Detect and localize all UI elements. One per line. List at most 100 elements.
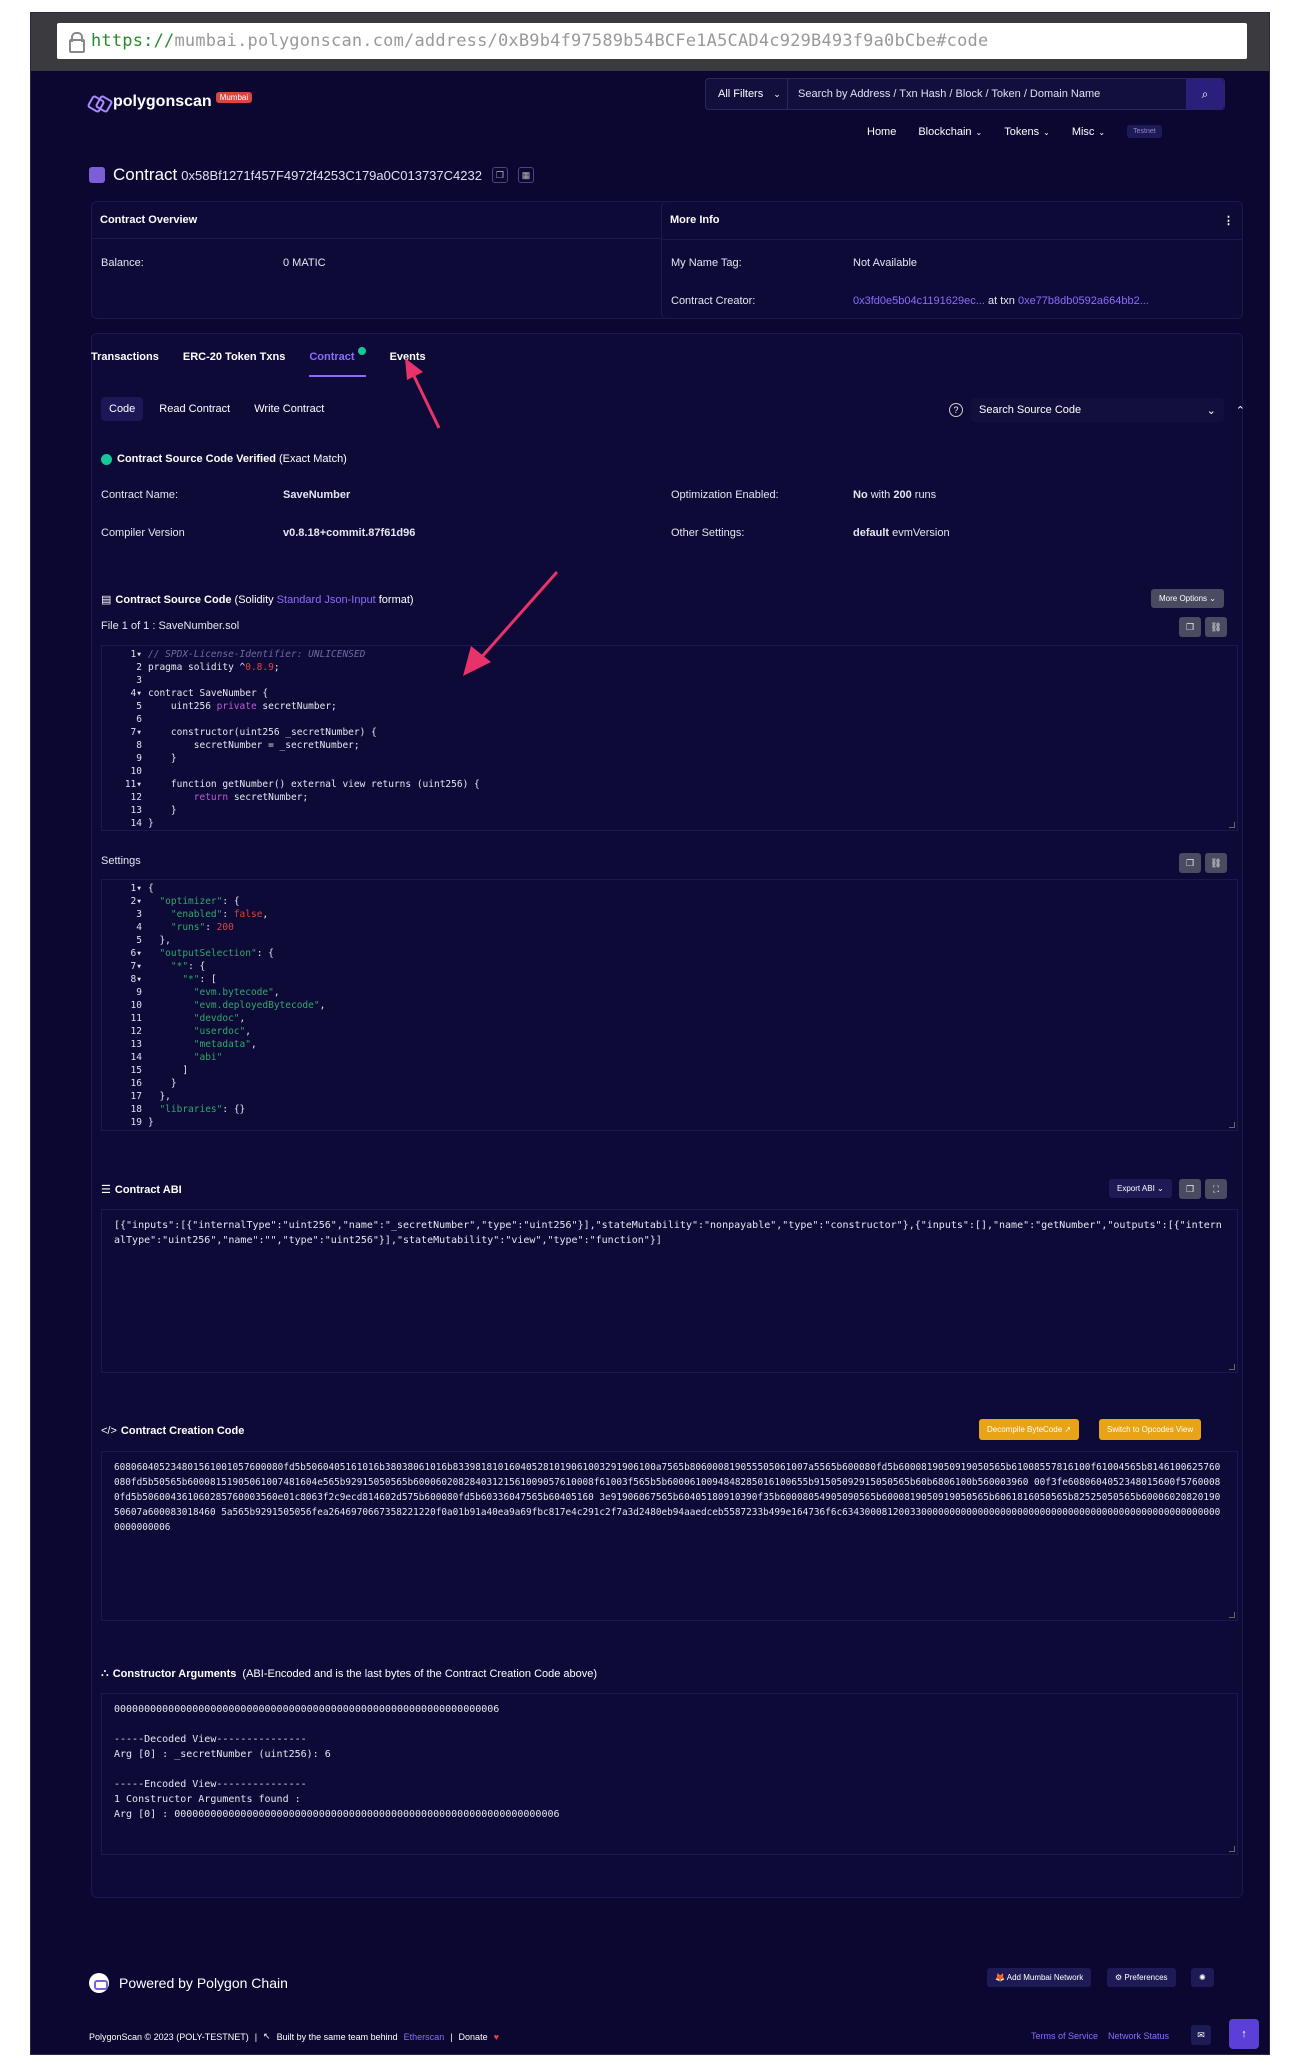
creation-code-textarea[interactable]: 608060405234801561001057600080fd5b506040…: [101, 1451, 1238, 1621]
expand-icon: ⛶: [1212, 1183, 1220, 1194]
search-input[interactable]: [788, 88, 1186, 100]
search-button[interactable]: ⌕: [1186, 79, 1224, 109]
source-search: ? Search Source Code ⌄ ⌃: [949, 397, 1245, 423]
copy-abi-button[interactable]: ❐: [1179, 1179, 1201, 1199]
verification-status: Contract Source Code Verified (Exact Mat…: [101, 453, 347, 465]
name-tag-value: Not Available: [853, 257, 918, 269]
verified-icon: [101, 453, 112, 465]
nav-home[interactable]: Home: [867, 126, 896, 138]
fullscreen-abi-button[interactable]: ⛶: [1205, 1179, 1227, 1199]
preferences-button[interactable]: ⚙ Preferences: [1107, 1968, 1176, 1987]
link-source-button[interactable]: ⛓: [1205, 617, 1227, 637]
polygon-logo-icon: [89, 1973, 109, 1993]
terms-link[interactable]: Terms of Service: [1031, 2031, 1098, 2041]
source-code-heading: ▤ Contract Source Code (Solidity Standar…: [101, 593, 414, 607]
theme-toggle-button[interactable]: ✺: [1191, 1968, 1214, 1987]
contract-name-value: SaveNumber: [283, 489, 351, 501]
polygonscan-logo[interactable]: polygonscan Mumbai: [89, 91, 253, 111]
chevron-down-icon: ⌄: [975, 127, 983, 137]
network-status-link[interactable]: Network Status: [1108, 2031, 1169, 2041]
address-bar[interactable]: https://mumbai.polygonscan.com/address/0…: [57, 23, 1247, 59]
donate-link[interactable]: Donate: [459, 2032, 488, 2042]
constructor-args-textarea[interactable]: 0000000000000000000000000000000000000000…: [101, 1693, 1238, 1855]
etherscan-link[interactable]: Etherscan: [404, 2032, 445, 2042]
copy-icon[interactable]: ❐: [491, 167, 508, 183]
contract-subtabs: Code Read Contract Write Contract: [101, 397, 332, 421]
chevron-down-icon: ⌄: [1098, 127, 1106, 137]
contract-overview-card: Contract Overview: [91, 201, 671, 319]
browser-window: https://mumbai.polygonscan.com/address/0…: [30, 12, 1270, 2055]
lock-icon: [69, 32, 85, 53]
abi-textarea[interactable]: [{"inputs":[{"internalType":"uint256","n…: [101, 1209, 1238, 1373]
network-badge: Mumbai: [215, 91, 253, 103]
chevron-down-icon[interactable]: ⌄: [1207, 404, 1216, 417]
annotation-arrow-contract-tab: [405, 358, 441, 429]
code-icon: </>: [101, 1425, 117, 1437]
contract-icon: [89, 167, 105, 183]
subtab-read-contract[interactable]: Read Contract: [151, 397, 238, 421]
chevron-down-icon: ⌄: [773, 88, 781, 99]
mail-icon[interactable]: ✉: [1191, 2025, 1211, 2045]
add-network-button[interactable]: 🦊 Add Mumbai Network: [987, 1968, 1092, 1987]
filter-dropdown[interactable]: All Filters ⌄: [706, 79, 788, 109]
resize-handle[interactable]: [1229, 1364, 1235, 1370]
abi-heading: ☰ Contract ABI: [101, 1183, 182, 1197]
creator-address-link[interactable]: 0x3fd0e5b04c1191629ec...: [853, 295, 985, 307]
creator-info: 0x3fd0e5b04c1191629ec... at txn 0xe77b8d…: [853, 295, 1149, 307]
annotation-arrow-source-code: [463, 571, 559, 676]
tab-erc20-token-txns[interactable]: ERC-20 Token Txns: [183, 351, 286, 377]
resize-handle[interactable]: [1229, 1122, 1235, 1128]
polygon-logo-icon: [89, 95, 109, 109]
heart-icon: ♥: [493, 2031, 499, 2042]
copy-icon: ❐: [1185, 1183, 1195, 1194]
help-icon[interactable]: ?: [949, 403, 963, 417]
source-search-input[interactable]: Search Source Code ⌄: [971, 398, 1224, 422]
tab-bar: Transactions ERC-20 Token Txns Contract …: [91, 347, 450, 377]
subtab-code[interactable]: Code: [101, 397, 144, 421]
compiler-version-value: v0.8.18+commit.87f61d96: [283, 527, 416, 539]
subtab-write-contract[interactable]: Write Contract: [246, 397, 332, 421]
browser-toolbar: https://mumbai.polygonscan.com/address/0…: [31, 13, 1269, 71]
tab-transactions[interactable]: Transactions: [91, 351, 159, 377]
powered-by: Powered by Polygon Chain: [89, 1973, 288, 1993]
search-bar: All Filters⌄ ⌕: [705, 78, 1225, 110]
link-icon: ⛓: [1210, 857, 1222, 868]
metamask-icon: 🦊: [995, 1973, 1005, 1982]
copy-settings-button[interactable]: ❐: [1179, 853, 1201, 873]
gear-icon: ⚙: [1115, 1973, 1123, 1982]
more-options-icon[interactable]: ⋮: [1223, 214, 1234, 227]
nav-blockchain[interactable]: Blockchain ⌄: [918, 126, 982, 138]
creation-code-heading: </> Contract Creation Code: [101, 1425, 245, 1437]
resize-handle[interactable]: [1229, 822, 1235, 828]
nav-tokens[interactable]: Tokens ⌄: [1004, 126, 1050, 138]
scroll-top-button[interactable]: ↑: [1229, 2019, 1259, 2049]
search-icon: ⌕: [1201, 86, 1209, 101]
sitemap-icon: ⛬: [101, 1667, 109, 1679]
export-abi-button[interactable]: Export ABI ⌄: [1109, 1179, 1172, 1198]
decompile-bytecode-button[interactable]: Decompile ByteCode ↗: [979, 1419, 1080, 1440]
chevron-down-icon: ⌄: [1043, 127, 1050, 137]
resize-handle[interactable]: [1229, 1612, 1235, 1618]
copy-source-button[interactable]: ❐: [1179, 617, 1201, 637]
resize-handle[interactable]: [1229, 1846, 1235, 1852]
qr-code-icon[interactable]: ▦: [517, 167, 534, 183]
opcodes-view-button[interactable]: Switch to Opcodes View: [1099, 1419, 1202, 1440]
standard-json-input-link[interactable]: Standard Json-Input: [277, 594, 376, 606]
contract-address: 0x58Bf1271f457F4972f4253C179a0C013737C42…: [181, 167, 482, 183]
sun-icon: ✺: [1199, 1973, 1206, 1982]
copy-icon: ❐: [1185, 621, 1195, 632]
main-nav: Home Blockchain ⌄ Tokens ⌄ Misc ⌄ Testnet: [867, 125, 1162, 138]
tab-contract[interactable]: Contract: [309, 347, 366, 377]
testnet-badge[interactable]: Testnet: [1127, 125, 1162, 138]
file-icon: ▤: [101, 594, 112, 606]
nav-misc[interactable]: Misc ⌄: [1072, 126, 1105, 138]
creator-txn-link[interactable]: 0xe77b8db0592a664bb2...: [1018, 295, 1149, 307]
source-code-editor[interactable]: 1▾ 2 3 4▾ 5 6 7▾ 8 9 10 11▾ 12 13 14 // SPDX-License-…: [101, 645, 1238, 831]
balance-value: 0 MATIC: [283, 257, 326, 269]
chevron-up-icon[interactable]: ⌃: [1236, 404, 1245, 417]
other-settings-value: default evmVersion: [853, 527, 950, 539]
settings-editor[interactable]: 1▾ 2▾ 3 4 5 6▾ 7▾ 8▾ 9 10 11 12 13 14 15 16 17 18 19 { "op…: [101, 879, 1238, 1131]
link-settings-button[interactable]: ⛓: [1205, 853, 1227, 873]
more-options-button[interactable]: More Options ⌄: [1151, 589, 1224, 608]
link-icon: ⛓: [1210, 621, 1222, 632]
